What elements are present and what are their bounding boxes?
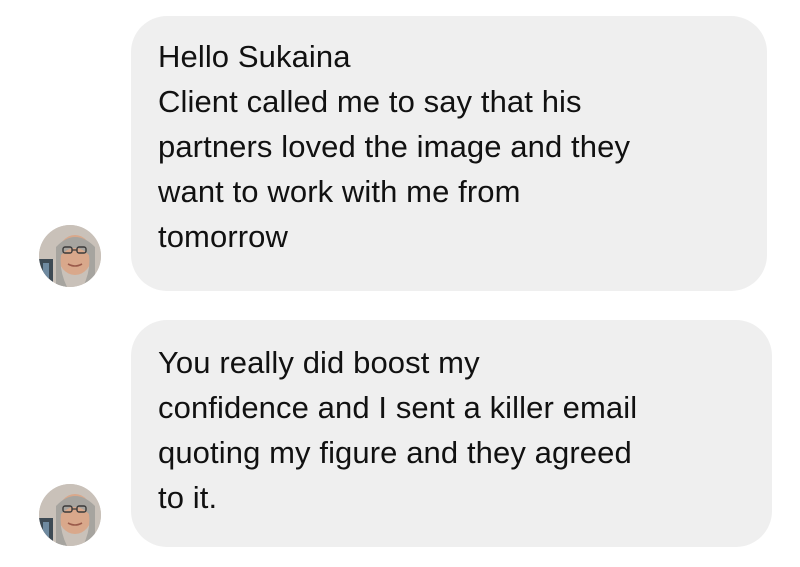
profile-photo-icon [39, 484, 101, 546]
message-thread: Hello Sukaina Client called me to say th… [0, 0, 800, 567]
message-bubble[interactable]: You really did boost my confidence and I… [131, 320, 772, 547]
message-line: quoting my figure and they agreed [158, 435, 632, 470]
message-line: tomorrow [158, 219, 288, 254]
message-line: to it. [158, 480, 218, 515]
message-line: confidence and I sent a killer email [158, 390, 638, 425]
message-line: want to work with me from [158, 174, 521, 209]
message-bubble[interactable]: Hello Sukaina Client called me to say th… [131, 16, 767, 291]
message-line: partners loved the image and they [158, 129, 631, 164]
message-line: Hello Sukaina [158, 39, 351, 74]
message-line: Client called me to say that his [158, 84, 582, 119]
message-line: You really did boost my [158, 345, 480, 380]
sender-avatar[interactable] [39, 484, 101, 546]
sender-avatar[interactable] [39, 225, 101, 287]
profile-photo-icon [39, 225, 101, 287]
